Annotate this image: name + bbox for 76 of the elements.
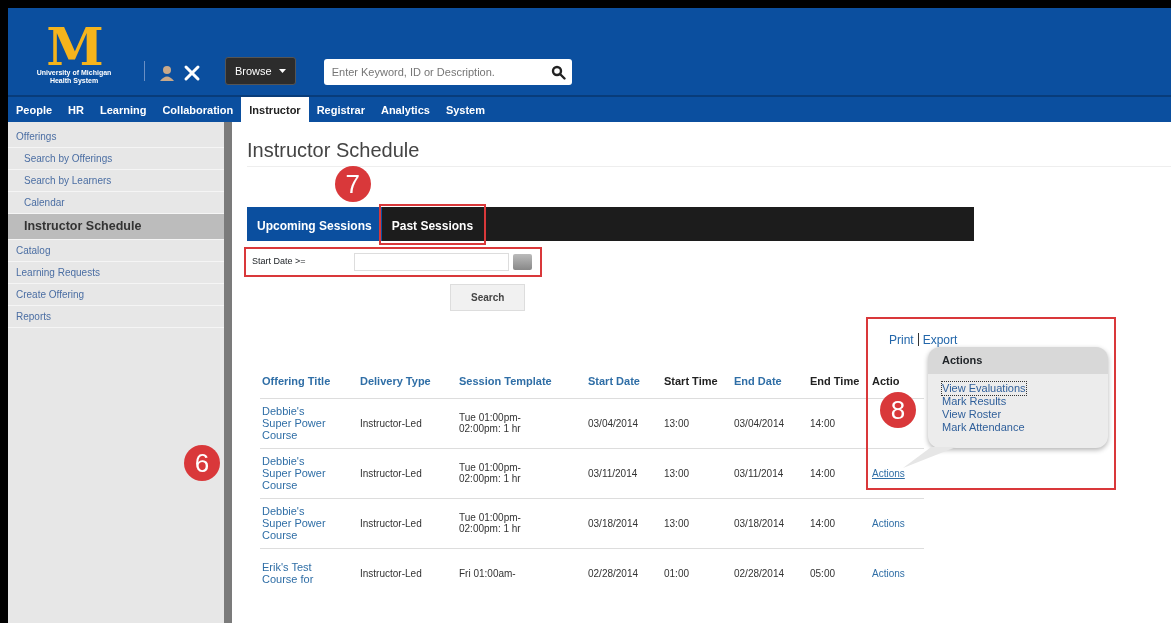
- toolbar-link[interactable]: Export: [922, 333, 958, 347]
- calendar-icon[interactable]: [513, 254, 532, 270]
- table-cell: 05:00: [808, 548, 870, 598]
- sidebar-item[interactable]: Offerings: [8, 126, 224, 148]
- table-cell: Tue 01:00pm-02:00pm: 1 hr: [457, 398, 586, 448]
- table-cell: 03/18/2014: [732, 498, 808, 548]
- nav-tab[interactable]: System: [437, 97, 493, 122]
- table-cell: 03/11/2014: [732, 448, 808, 498]
- search-icon[interactable]: [551, 65, 566, 80]
- table-cell: Instructor-Led: [358, 398, 457, 448]
- table-cell: 14:00: [808, 398, 870, 448]
- sidebar-item[interactable]: Learning Requests: [8, 261, 224, 284]
- nav-tab[interactable]: HR: [60, 97, 92, 122]
- table-cell: 02/28/2014: [586, 548, 662, 598]
- table-cell: 03/04/2014: [586, 398, 662, 448]
- column-header-link[interactable]: Start Date: [586, 373, 662, 398]
- offering-link[interactable]: Erik's Test Course for: [260, 548, 358, 598]
- table-cell: Instructor-Led: [358, 448, 457, 498]
- user-icon[interactable]: [160, 66, 174, 81]
- caret-icon: [278, 68, 286, 73]
- table-cell: 01:00: [662, 548, 732, 598]
- sidebar-item[interactable]: Instructor Schedule: [8, 214, 224, 240]
- browse-button[interactable]: Browse: [225, 56, 296, 85]
- popup-menu-item[interactable]: Mark Attendance: [942, 420, 1025, 434]
- table-cell: Tue 01:00pm-02:00pm: 1 hr: [457, 498, 586, 548]
- column-header-link[interactable]: Offering Title: [260, 373, 358, 398]
- table-cell: 13:00: [662, 398, 732, 448]
- callout-number: 8: [880, 392, 916, 428]
- table-cell: 03/04/2014: [732, 398, 808, 448]
- actions-link[interactable]: Actions: [872, 567, 905, 579]
- table-cell: 03/18/2014: [586, 498, 662, 548]
- table-cell: Instructor-Led: [358, 548, 457, 598]
- table-cell: 13:00: [662, 448, 732, 498]
- column-header-link[interactable]: Delivery Type: [358, 373, 457, 398]
- table-cell: 13:00: [662, 498, 732, 548]
- toolbar-link[interactable]: Print: [889, 333, 914, 347]
- popup-menu-item[interactable]: View Roster: [942, 407, 1002, 421]
- sidebar-item[interactable]: Reports: [8, 305, 224, 328]
- column-header-link[interactable]: End Date: [732, 373, 808, 398]
- column-header: End Time: [808, 373, 870, 398]
- nav-tab[interactable]: Analytics: [372, 97, 438, 122]
- table-cell: 02/28/2014: [732, 548, 808, 598]
- offering-link[interactable]: Debbie's Super Power Course: [260, 498, 358, 548]
- column-header: Start Time: [662, 373, 732, 398]
- sidebar-item[interactable]: Create Offering: [8, 283, 224, 306]
- sidebar-item[interactable]: Catalog: [8, 239, 224, 262]
- field-label: Start Date >=: [252, 255, 307, 269]
- table-cell: 14:00: [808, 448, 870, 498]
- popup-menu-item[interactable]: Mark Results: [942, 394, 1007, 408]
- table-cell: Fri 01:00am-: [457, 548, 586, 598]
- table-cell: 14:00: [808, 498, 870, 548]
- actions-link[interactable]: Actions: [872, 517, 905, 529]
- column-header-link[interactable]: Session Template: [457, 373, 586, 398]
- search-bar[interactable]: Enter Keyword, ID or Description.: [323, 59, 572, 85]
- session-tab[interactable]: Upcoming Sessions: [247, 207, 382, 241]
- logo-letter: M: [46, 25, 102, 69]
- sidebar-item[interactable]: Search by Offerings: [8, 148, 224, 170]
- search-button[interactable]: Search: [450, 284, 526, 311]
- table-cell: Tue 01:00pm-02:00pm: 1 hr: [457, 448, 586, 498]
- offering-link[interactable]: Debbie's Super Power Course: [260, 398, 358, 448]
- nav-tab[interactable]: People: [8, 97, 61, 122]
- nav-tab[interactable]: Instructor: [241, 97, 309, 122]
- sidebar-item[interactable]: Search by Learners: [8, 170, 224, 192]
- popup-title: Actions: [928, 347, 1108, 374]
- actions-link[interactable]: Actions: [872, 467, 905, 479]
- nav-tab[interactable]: Registrar: [308, 97, 373, 122]
- table-cell: 03/11/2014: [586, 448, 662, 498]
- callout-number: 7: [334, 166, 371, 202]
- date-field[interactable]: [354, 253, 510, 271]
- popup-menu-item[interactable]: View Evaluations: [942, 381, 1026, 395]
- tools-icon[interactable]: [184, 65, 200, 81]
- nav-tab[interactable]: Learning: [91, 97, 155, 122]
- table-cell: Instructor-Led: [358, 498, 457, 548]
- page-title: Instructor Schedule: [247, 138, 1171, 167]
- offering-link[interactable]: Debbie's Super Power Course: [260, 448, 358, 498]
- nav-tab[interactable]: Collaboration: [154, 97, 242, 122]
